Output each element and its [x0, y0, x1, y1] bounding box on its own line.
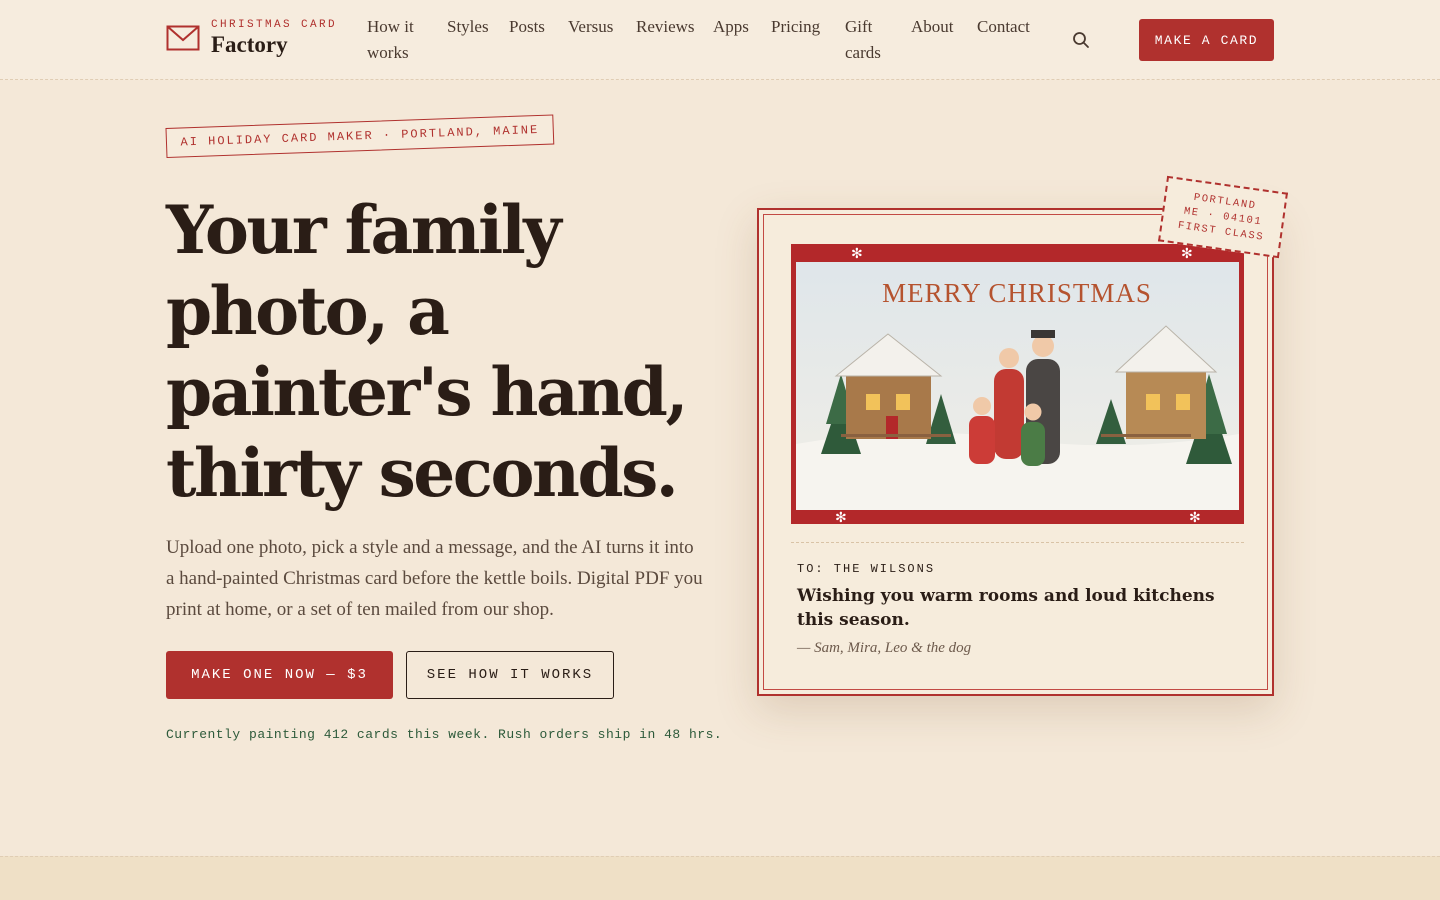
hero-headline: Your family photo, a painter's hand, thi…	[166, 191, 688, 512]
brand-tagline: CHRISTMAS CARD	[211, 19, 338, 31]
svg-text:✻: ✻	[1189, 511, 1201, 524]
hero-tag: AI HOLIDAY CARD MAKER · PORTLAND, MAINE	[165, 114, 555, 158]
nav-apps[interactable]: Apps	[713, 14, 749, 40]
nav-about[interactable]: About	[911, 14, 954, 40]
nav-pricing[interactable]: Pricing	[771, 14, 820, 40]
see-how-it-works-button[interactable]: SEE HOW IT WORKS	[406, 651, 614, 699]
nav-how-it-works[interactable]: How it works	[367, 14, 429, 66]
next-section-band	[0, 856, 1440, 900]
hero-subtext: Upload one photo, pick a style and a mes…	[166, 537, 703, 620]
site-header: CHRISTMAS CARD Factory How it works Styl…	[0, 0, 1440, 80]
nav-reviews[interactable]: Reviews	[636, 14, 695, 40]
search-icon[interactable]	[1072, 31, 1090, 49]
brand-logo[interactable]: CHRISTMAS CARD Factory	[166, 18, 337, 58]
brand-name: Factory	[211, 32, 288, 57]
card-divider	[791, 542, 1244, 543]
sample-card: MERRY CHRISTMAS ✻ ✻ ✻ ✻ TO: THE WILSONS …	[757, 208, 1274, 696]
card-illustration-title: MERRY CHRISTMAS	[882, 278, 1152, 308]
envelope-icon	[166, 25, 200, 51]
svg-text:✻: ✻	[835, 511, 847, 524]
card-signature: — Sam, Mira, Leo & the dog	[797, 640, 972, 656]
nav-gift-cards[interactable]: Gift cards	[845, 14, 889, 66]
nav-styles[interactable]: Styles	[447, 14, 489, 40]
nav-contact[interactable]: Contact	[977, 14, 1030, 40]
svg-text:✻: ✻	[1181, 247, 1193, 262]
nav-posts[interactable]: Posts	[509, 14, 545, 40]
svg-text:✻: ✻	[851, 247, 863, 262]
status-message: Currently painting 412 cards this week. …	[166, 727, 723, 742]
nav-versus[interactable]: Versus	[568, 14, 613, 40]
card-illustration: MERRY CHRISTMAS ✻ ✻ ✻ ✻	[791, 244, 1244, 524]
card-recipient: TO: THE WILSONS	[797, 562, 936, 576]
make-one-now-button[interactable]: MAKE ONE NOW — $3	[166, 651, 393, 699]
make-a-card-button[interactable]: MAKE A CARD	[1139, 19, 1274, 61]
card-message: Wishing you warm rooms and loud kitchens…	[797, 586, 1215, 630]
